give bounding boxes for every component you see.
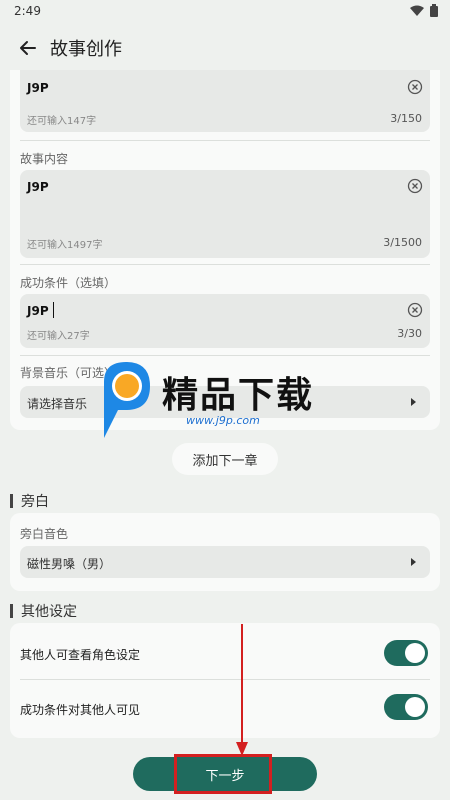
toggle-knob [405, 697, 425, 717]
other-settings-card: 其他人可查看角色设定 成功条件对其他人可见 [10, 623, 440, 738]
text-cursor [53, 302, 54, 318]
setting-label: 其他人可查看角色设定 [20, 648, 141, 662]
story-content-counter: 3/1500 [383, 236, 422, 249]
story-content-hint: 还可输入1497字 [27, 240, 103, 251]
view-role-settings-toggle[interactable] [384, 640, 428, 666]
voice-select-value: 磁性男嗓（男） [27, 557, 112, 571]
page-title: 故事创作 [50, 39, 122, 60]
section-marker [10, 604, 13, 618]
chapter-title-counter: 3/150 [390, 112, 422, 125]
other-settings-header: 其他设定 [10, 601, 77, 621]
content-field-label: 故事内容 [20, 152, 69, 166]
status-time: 2:49 [14, 4, 41, 18]
watermark: 精品下载 www.j9p.com [98, 358, 358, 438]
back-arrow-icon[interactable] [6, 26, 50, 70]
voice-label: 旁白音色 [20, 527, 69, 541]
story-content-value: J9P [27, 180, 49, 194]
chapter-title-hint: 还可输入147字 [27, 116, 97, 127]
watermark-brand: 精品下载 [162, 375, 315, 416]
story-content-input[interactable]: J9P 还可输入1497字 3/1500 [20, 170, 430, 258]
narration-section-header: 旁白 [10, 491, 49, 511]
success-condition-input[interactable]: J9P 还可输入27字 3/30 [20, 294, 430, 348]
chapter-title-input[interactable]: J9P 还可输入147字 3/150 [20, 70, 430, 132]
divider [20, 264, 430, 265]
clear-icon[interactable] [407, 178, 423, 194]
wifi-icon [410, 5, 424, 16]
add-next-chapter-button[interactable]: 添加下一章 [172, 443, 278, 475]
setting-row: 成功条件对其他人可见 [10, 680, 440, 736]
annotation-highlight-box [174, 754, 272, 794]
voice-select[interactable]: 磁性男嗓（男） [20, 546, 430, 578]
section-marker [10, 494, 13, 508]
music-select-value: 请选择音乐 [27, 397, 88, 411]
success-visible-toggle[interactable] [384, 694, 428, 720]
narration-section-title: 旁白 [21, 494, 49, 510]
setting-label: 成功条件对其他人可见 [20, 703, 141, 717]
app-bar: 故事创作 [0, 24, 450, 72]
chevron-right-icon [411, 398, 416, 406]
narration-card: 旁白音色 磁性男嗓（男） [10, 513, 440, 591]
divider [20, 140, 430, 141]
setting-row: 其他人可查看角色设定 [10, 623, 440, 679]
clear-icon[interactable] [407, 79, 423, 95]
success-condition-counter: 3/30 [397, 327, 422, 340]
status-bar: 2:49 [0, 0, 450, 24]
battery-icon [430, 4, 438, 17]
watermark-logo-icon [104, 362, 150, 438]
divider [20, 355, 430, 356]
clear-icon[interactable] [407, 302, 423, 318]
toggle-knob [405, 643, 425, 663]
success-condition-hint: 还可输入27字 [27, 331, 90, 342]
chapter-title-value: J9P [27, 81, 49, 95]
watermark-url: www.j9p.com [186, 414, 260, 427]
success-field-label: 成功条件（选填） [20, 276, 117, 290]
other-settings-title: 其他设定 [21, 604, 77, 620]
chevron-right-icon [411, 558, 416, 566]
status-icons [410, 4, 438, 17]
annotation-arrow [236, 624, 248, 756]
success-condition-value: J9P [27, 304, 49, 318]
